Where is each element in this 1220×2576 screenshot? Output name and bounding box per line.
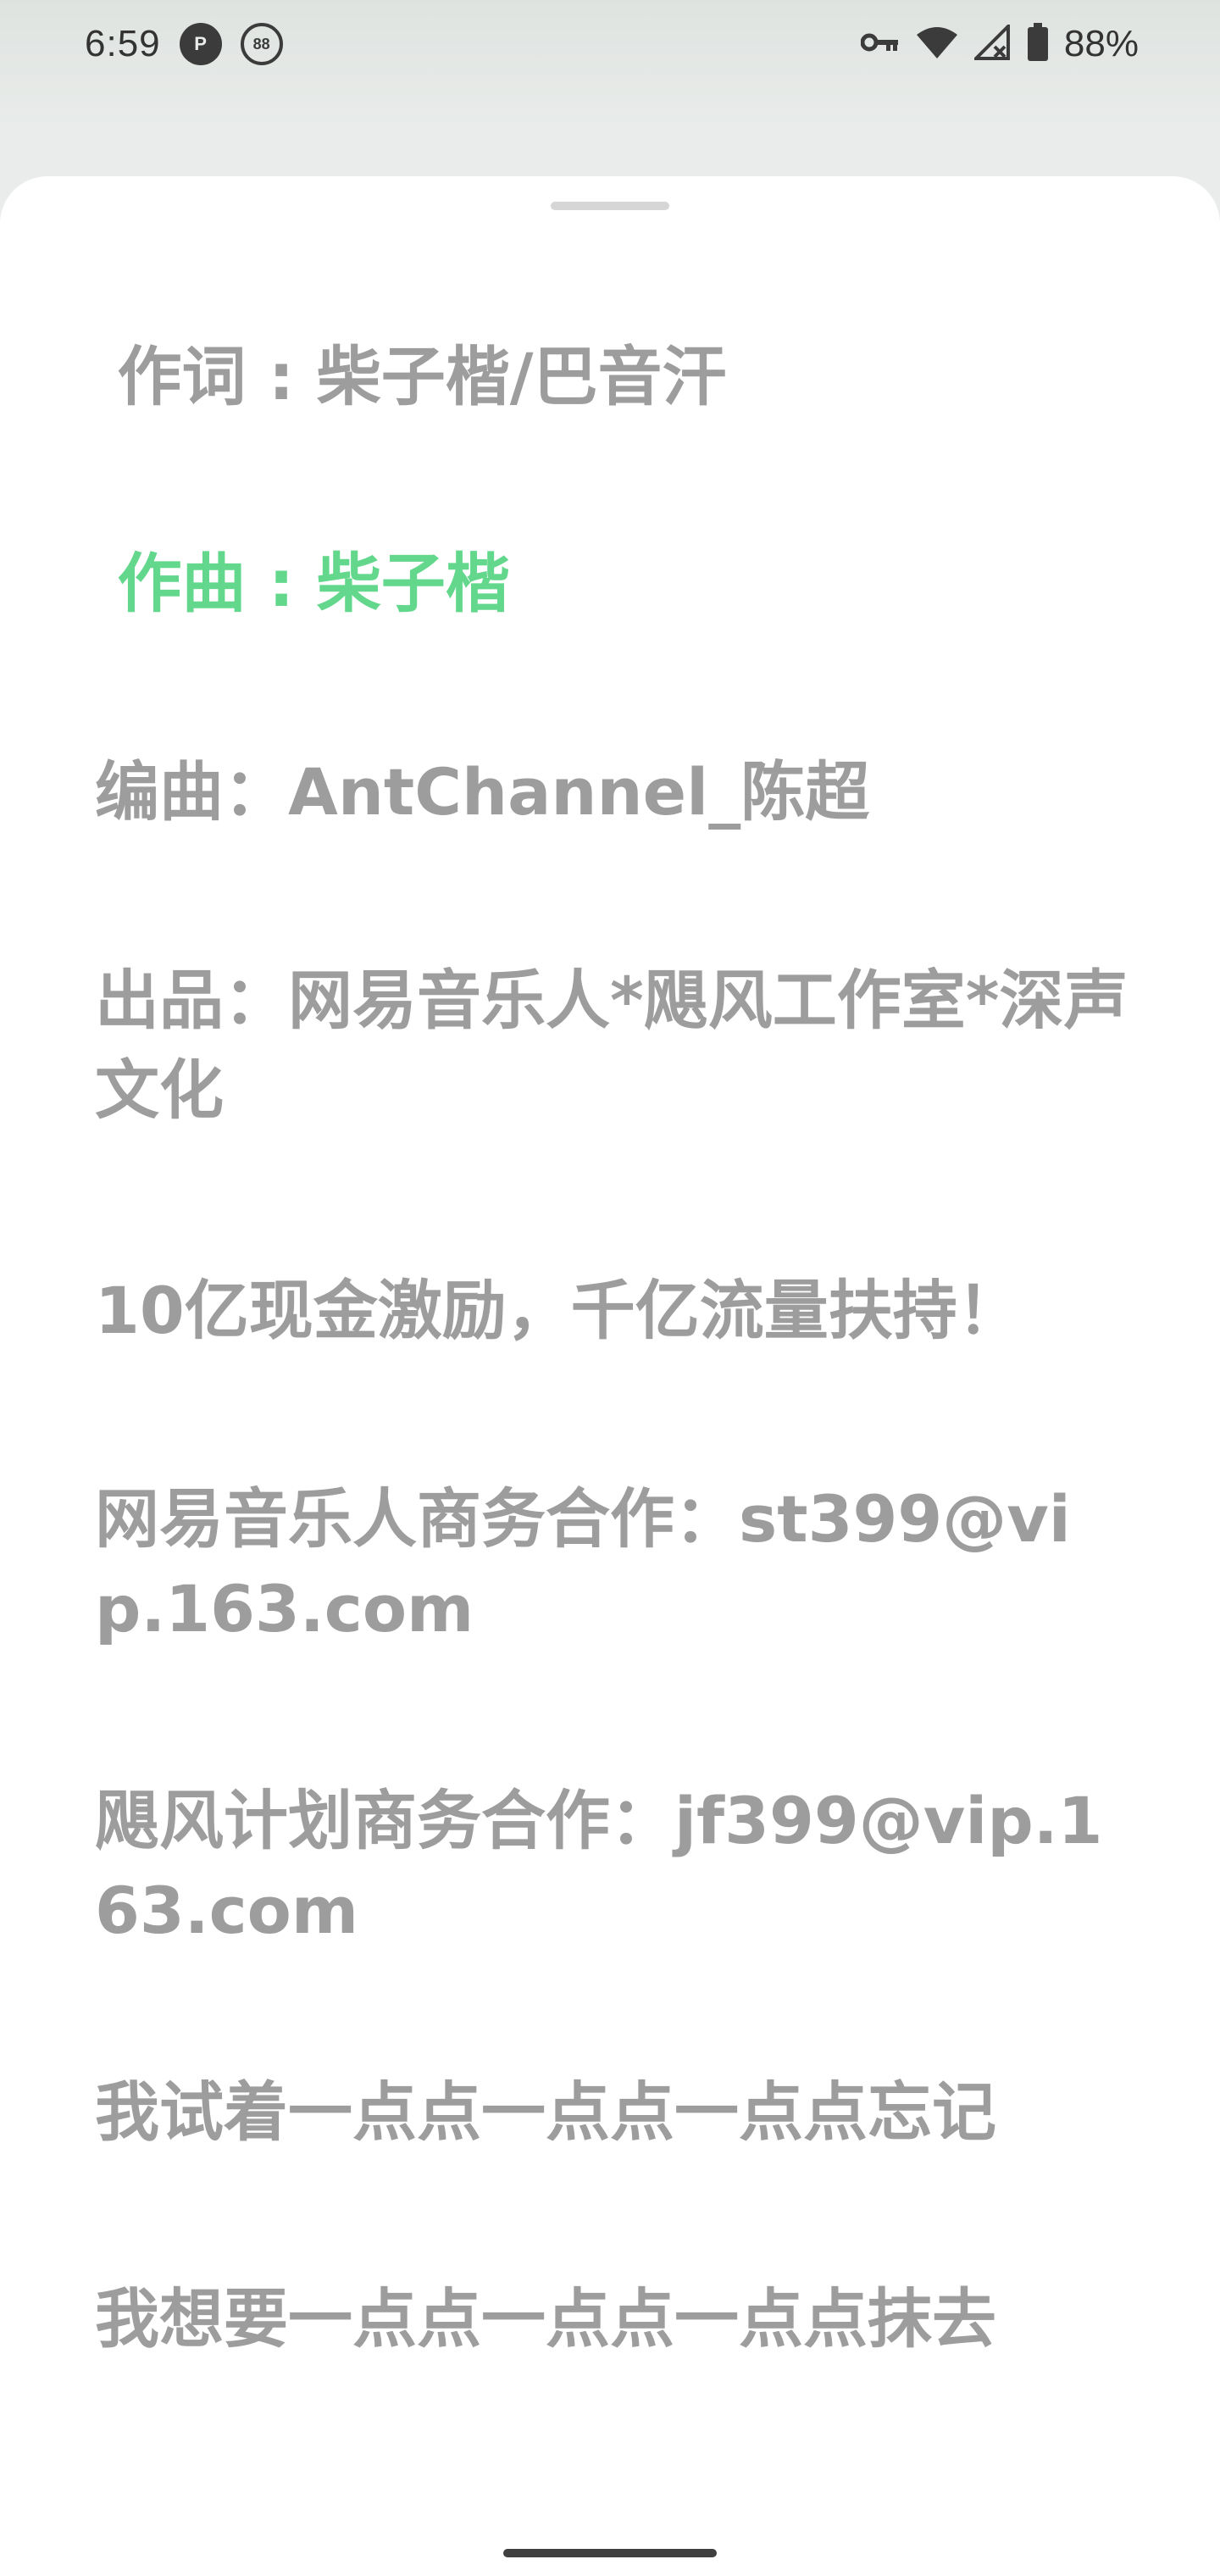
vpn-key-icon (860, 30, 900, 58)
lyric-line[interactable]: 我想要一点点一点点一点点抹去 (95, 2274, 1128, 2364)
lyric-line-active[interactable]: 作曲 : 柴子楷 (95, 539, 1128, 629)
lyric-line[interactable]: 网易音乐人商务合作：st399@vip.163.com (95, 1474, 1128, 1654)
status-left: 6:59 P 88 (85, 17, 283, 71)
home-indicator[interactable] (503, 2549, 717, 2557)
lyrics-sheet[interactable] (0, 176, 1220, 2576)
battery-icon (1027, 23, 1049, 65)
wifi-icon (915, 25, 959, 64)
battery-percent: 88% (1063, 23, 1139, 64)
status-bar: 6:59 P 88 88% (0, 0, 1220, 88)
status-right: 88% (860, 17, 1139, 71)
lyric-line[interactable]: 10亿现金激励，千亿流量扶持！ (95, 1266, 1128, 1356)
status-time: 6:59 (85, 23, 161, 64)
badge-notification-icon: 88 (240, 23, 283, 65)
app-notification-icon: P (179, 23, 222, 65)
lyric-line[interactable]: 作词 : 柴子楷/巴音汗 (95, 332, 1128, 422)
lyric-line[interactable]: 出品：网易音乐人*飓风工作室*深声文化 (95, 956, 1128, 1135)
lyric-line[interactable]: 飓风计划商务合作：jf399@vip.163.com (95, 1776, 1128, 1956)
cellular-signal-icon (972, 22, 1012, 64)
lyric-line[interactable]: 编曲：AntChannel_陈超 (95, 747, 1128, 837)
lyric-line[interactable]: 我试着一点点一点点一点点忘记 (95, 2068, 1128, 2157)
sheet-drag-handle[interactable] (551, 202, 669, 210)
